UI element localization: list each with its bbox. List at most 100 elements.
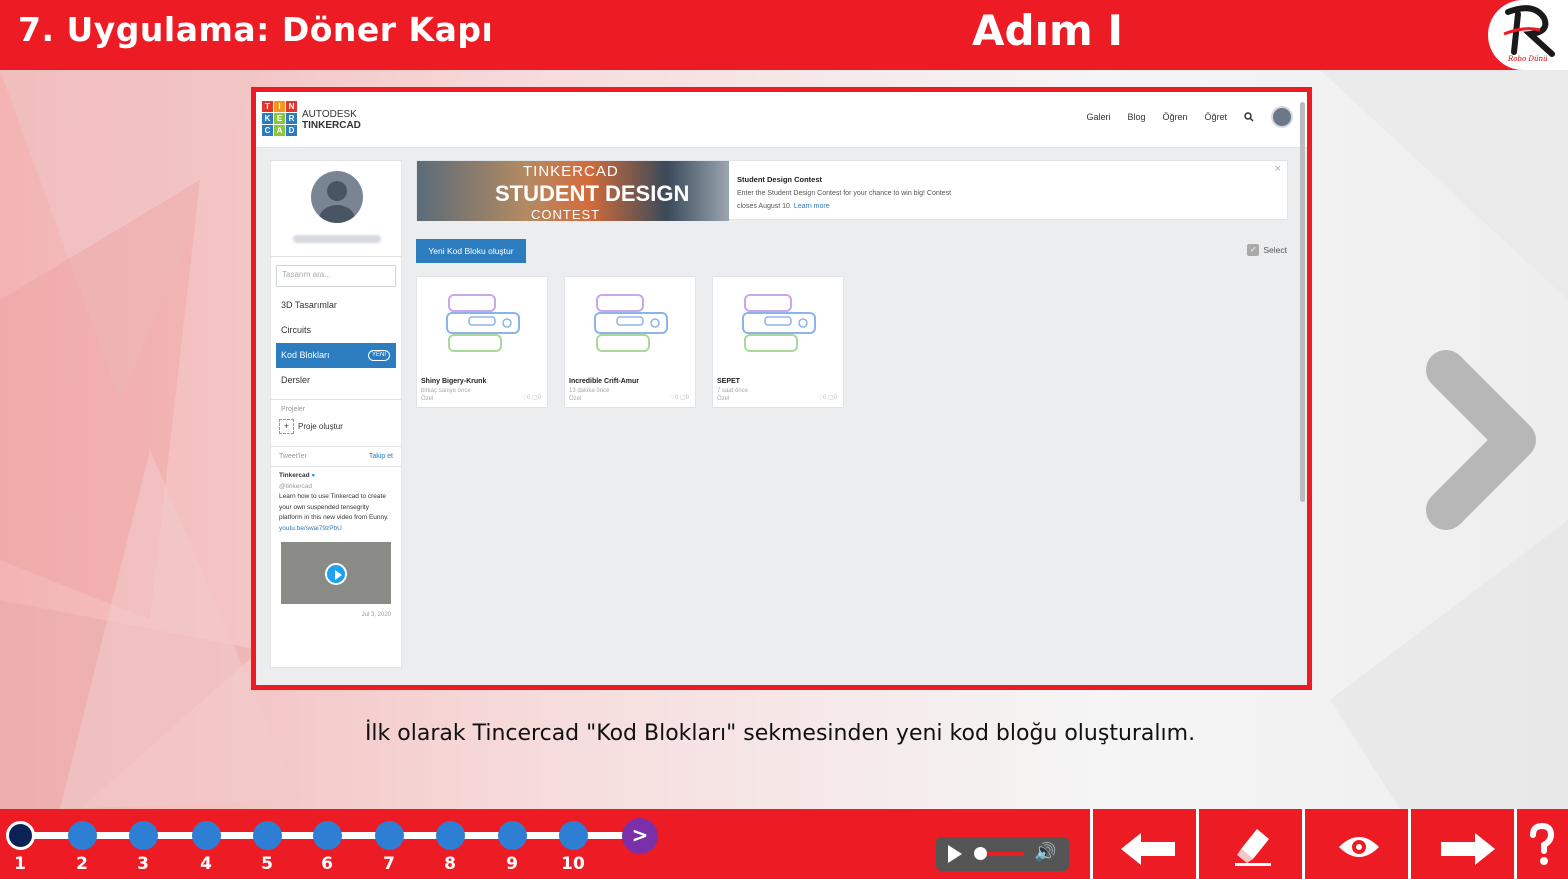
contest-image-line2: STUDENT DESIGN: [495, 181, 690, 206]
logo-letter: E: [274, 113, 285, 124]
progress-step-number: 1: [14, 854, 26, 874]
logo-letter: R: [286, 113, 297, 124]
progress-step-dot[interactable]: [436, 821, 465, 850]
progress-step-dot[interactable]: [559, 821, 588, 850]
logo-letter: A: [274, 125, 285, 136]
audio-player: 🔊: [936, 837, 1069, 871]
progress-step-dot[interactable]: [192, 821, 221, 850]
close-icon[interactable]: ×: [1275, 163, 1281, 175]
profile-name-blurred: [293, 235, 381, 243]
select-label: Select: [1263, 245, 1287, 255]
volume-icon[interactable]: 🔊: [1034, 842, 1056, 863]
eye-icon: [1339, 837, 1379, 857]
tinkercad-nav: Galeri Blog Öğren Öğret: [1086, 106, 1293, 128]
next-slide-chevron-icon[interactable]: [1424, 348, 1540, 532]
progress-step-dot[interactable]: [6, 821, 35, 850]
robo-r-icon: [1503, 5, 1555, 57]
search-icon[interactable]: [1244, 112, 1254, 122]
tweet-author: Tinkercad: [279, 472, 310, 479]
verified-icon: ●: [311, 472, 316, 479]
design-card[interactable]: SEPET 7 saat önce Özel ♡0 ▢0: [712, 276, 844, 408]
follow-link[interactable]: Takip et: [369, 453, 393, 460]
learn-more-link[interactable]: Learn more: [794, 203, 830, 210]
code-block-thumbnail-icon: [446, 294, 520, 352]
eraser-button[interactable]: [1196, 809, 1302, 879]
progress-step-dot[interactable]: [313, 821, 342, 850]
sidebar-item-circuits[interactable]: Circuits: [271, 318, 401, 343]
progress-step-number: 10: [561, 854, 585, 874]
tweet-date: Jul 3, 2020: [361, 612, 391, 618]
logo-caption: Robo Dünü: [1508, 55, 1548, 63]
design-card[interactable]: Incredible Crift-Amur 13 dakika önce Öze…: [564, 276, 696, 408]
projects-label: Projeler: [281, 406, 306, 413]
help-button[interactable]: [1514, 809, 1568, 879]
tweet-handle: @tinkercad: [279, 482, 312, 490]
tinkercad-header: T I N K E R C A D AUTODESK TINKERCAD Gal…: [256, 92, 1307, 148]
progress-step-dot[interactable]: [375, 821, 404, 850]
logo-letter: D: [286, 125, 297, 136]
lesson-title: 7. Uygulama: Döner Kapı: [18, 10, 494, 49]
contest-title: Student Design Contest: [737, 175, 823, 184]
new-badge: YENİ: [367, 350, 390, 361]
screenshot-frame: T I N K E R C A D AUTODESK TINKERCAD Gal…: [251, 87, 1312, 690]
audio-thumb[interactable]: [974, 847, 987, 860]
create-project-label: Proje oluştur: [298, 422, 343, 431]
sidebar-item-3d[interactable]: 3D Tasarımlar: [271, 293, 401, 318]
eye-button[interactable]: [1302, 809, 1408, 879]
contest-image-line1: TINKERCAD: [523, 163, 619, 180]
tinkercad-brand: AUTODESK TINKERCAD: [302, 109, 361, 131]
logo-letter: N: [286, 101, 297, 112]
progress-step-number: 8: [444, 854, 456, 874]
sidebar-item-label: Kod Blokları: [281, 350, 330, 360]
forward-arrow-icon: [1441, 833, 1495, 865]
user-avatar[interactable]: [1271, 106, 1293, 128]
profile-card: [271, 161, 401, 257]
nav-ogret[interactable]: Öğret: [1204, 112, 1227, 122]
back-button[interactable]: [1090, 809, 1196, 879]
sidebar-item-code-blocks[interactable]: Kod Blokları YENİ: [276, 343, 396, 368]
question-icon: [1530, 823, 1555, 865]
bottom-bar: 1 2 3 4 5 6 7 8 9 10 > 🔊: [0, 809, 1568, 879]
code-block-thumbnail-icon: [742, 294, 816, 352]
progress-step-dot[interactable]: [129, 821, 158, 850]
design-name: Incredible Crift-Amur: [569, 378, 640, 385]
new-code-block-button[interactable]: Yeni Kod Bloku oluştur: [416, 239, 526, 263]
select-toggle[interactable]: ✓ Select: [1247, 244, 1287, 256]
contest-desc2: closes August 10.: [737, 203, 792, 210]
logo-letter: K: [262, 113, 273, 124]
create-project-button[interactable]: + Proje oluştur: [271, 413, 401, 440]
scrollbar[interactable]: [1300, 102, 1305, 502]
profile-avatar: [311, 171, 363, 223]
tweets-label: Tweet'ler: [279, 453, 307, 460]
progress-next-button[interactable]: >: [622, 818, 658, 854]
tweet-video-thumbnail[interactable]: [281, 542, 391, 604]
design-time: birkaç saniye önce: [421, 388, 471, 394]
person-icon: [319, 181, 355, 223]
tweet-link[interactable]: youtu.be/swai79zPbU: [279, 525, 342, 532]
progress-step-number: 9: [506, 854, 518, 874]
design-card[interactable]: Shiny Bigery-Krunk birkaç saniye önce Öz…: [416, 276, 548, 408]
caption-text: İlk olarak Tincercad "Kod Blokları" sekm…: [364, 721, 1196, 746]
nav-ogren[interactable]: Öğren: [1162, 112, 1187, 122]
design-privacy: Özel: [421, 396, 434, 402]
progress-step-dot[interactable]: [68, 821, 97, 850]
code-block-thumbnail-icon: [594, 294, 668, 352]
progress-step-number: 5: [261, 854, 273, 874]
checkbox-icon[interactable]: ✓: [1247, 244, 1260, 256]
sidebar-item-lessons[interactable]: Dersler: [271, 368, 401, 393]
tinkercad-logo: T I N K E R C A D: [262, 101, 297, 137]
design-stats: ♡0 ▢0: [669, 395, 689, 401]
tweet-text: Learn how to use Tinkercad to create you…: [279, 493, 389, 521]
progress-step-dot[interactable]: [253, 821, 282, 850]
instruction-caption: İlk olarak Tincercad "Kod Blokları" sekm…: [0, 721, 1568, 746]
forward-button[interactable]: [1408, 809, 1514, 879]
design-privacy: Özel: [569, 396, 582, 402]
brand-tinkercad: TINKERCAD: [302, 120, 361, 131]
play-icon[interactable]: [948, 845, 962, 863]
nav-galeri[interactable]: Galeri: [1086, 112, 1110, 122]
progress-step-dot[interactable]: [498, 821, 527, 850]
nav-blog[interactable]: Blog: [1127, 112, 1145, 122]
play-icon[interactable]: [325, 563, 347, 585]
design-search-input[interactable]: Tasarım ara...: [276, 265, 396, 287]
brand-autodesk: AUTODESK: [302, 109, 357, 120]
